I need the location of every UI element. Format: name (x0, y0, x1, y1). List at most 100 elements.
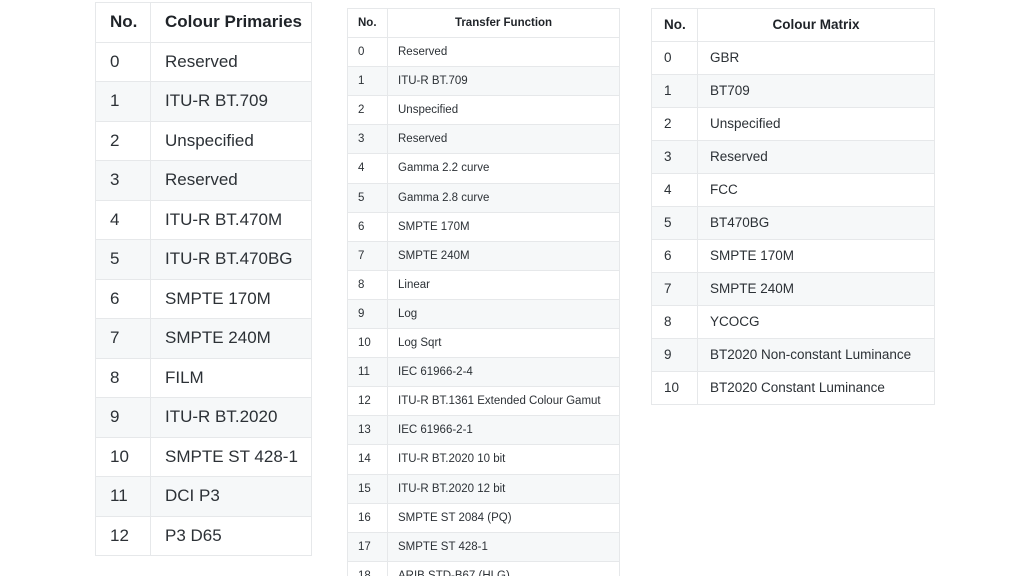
table-row: 1ITU-R BT.709 (348, 67, 620, 96)
cell-no: 5 (652, 207, 698, 240)
cell-value: Unspecified (698, 108, 935, 141)
cell-value: DCI P3 (151, 477, 312, 517)
cell-value: IEC 61966-2-1 (388, 416, 620, 445)
cell-value: SMPTE 170M (388, 212, 620, 241)
header-row: No. Transfer Function (348, 9, 620, 38)
cell-no: 8 (652, 306, 698, 339)
cell-value: Reserved (698, 141, 935, 174)
cell-value: BT2020 Non-constant Luminance (698, 339, 935, 372)
table-row: 8Linear (348, 270, 620, 299)
cell-no: 4 (652, 174, 698, 207)
table-body: 0Reserved1ITU-R BT.7092Unspecified3Reser… (96, 42, 312, 556)
table-row: 1ITU-R BT.709 (96, 82, 312, 122)
cell-value: ITU-R BT.2020 12 bit (388, 474, 620, 503)
cell-no: 11 (348, 358, 388, 387)
table-row: 4FCC (652, 174, 935, 207)
header-row: No. Colour Primaries (96, 3, 312, 43)
column-header-value: Colour Primaries (151, 3, 312, 43)
cell-no: 2 (96, 121, 151, 161)
cell-value: ITU-R BT.1361 Extended Colour Gamut (388, 387, 620, 416)
table-row: 8YCOCG (652, 306, 935, 339)
table-row: 8FILM (96, 358, 312, 398)
table-row: 10SMPTE ST 428-1 (96, 437, 312, 477)
cell-value: BT2020 Constant Luminance (698, 372, 935, 405)
cell-no: 0 (96, 42, 151, 82)
table-transfer-function: No. Transfer Function 0Reserved1ITU-R BT… (347, 8, 620, 576)
cell-value: Reserved (388, 125, 620, 154)
table-header: No. Colour Matrix (652, 9, 935, 42)
cell-value: SMPTE 240M (388, 241, 620, 270)
cell-no: 11 (96, 477, 151, 517)
table-row: 7SMPTE 240M (652, 273, 935, 306)
cell-value: SMPTE 240M (698, 273, 935, 306)
cell-no: 3 (652, 141, 698, 174)
cell-no: 18 (348, 561, 388, 576)
cell-no: 10 (652, 372, 698, 405)
table-row: 6SMPTE 170M (96, 279, 312, 319)
cell-no: 9 (652, 339, 698, 372)
table-row: 10Log Sqrt (348, 329, 620, 358)
cell-value: Reserved (388, 38, 620, 67)
table-row: 4ITU-R BT.470M (96, 200, 312, 240)
cell-value: ITU-R BT.470M (151, 200, 312, 240)
cell-no: 1 (96, 82, 151, 122)
table-row: 9BT2020 Non-constant Luminance (652, 339, 935, 372)
table-row: 2Unspecified (96, 121, 312, 161)
cell-value: Unspecified (388, 96, 620, 125)
cell-no: 7 (348, 241, 388, 270)
table-row: 9ITU-R BT.2020 (96, 398, 312, 438)
table-row: 9Log (348, 299, 620, 328)
cell-value: Log (388, 299, 620, 328)
cell-no: 8 (348, 270, 388, 299)
column-header-no: No. (652, 9, 698, 42)
table-row: 5ITU-R BT.470BG (96, 240, 312, 280)
cell-no: 5 (96, 240, 151, 280)
cell-value: Log Sqrt (388, 329, 620, 358)
cell-value: ITU-R BT.2020 (151, 398, 312, 438)
cell-value: BT470BG (698, 207, 935, 240)
cell-no: 7 (652, 273, 698, 306)
cell-value: YCOCG (698, 306, 935, 339)
cell-no: 15 (348, 474, 388, 503)
table-row: 11IEC 61966-2-4 (348, 358, 620, 387)
table-header: No. Transfer Function (348, 9, 620, 38)
table-row: 7SMPTE 240M (348, 241, 620, 270)
table-row: 3Reserved (96, 161, 312, 201)
table-row: 11DCI P3 (96, 477, 312, 517)
cell-no: 3 (96, 161, 151, 201)
table-row: 14ITU-R BT.2020 10 bit (348, 445, 620, 474)
table-row: 5BT470BG (652, 207, 935, 240)
table-row: 6SMPTE 170M (348, 212, 620, 241)
cell-value: Linear (388, 270, 620, 299)
cell-no: 8 (96, 358, 151, 398)
cell-no: 10 (348, 329, 388, 358)
cell-value: GBR (698, 42, 935, 75)
cell-value: SMPTE 170M (151, 279, 312, 319)
cell-no: 3 (348, 125, 388, 154)
cell-value: FILM (151, 358, 312, 398)
cell-value: Reserved (151, 42, 312, 82)
table-row: 4Gamma 2.2 curve (348, 154, 620, 183)
column-header-value: Colour Matrix (698, 9, 935, 42)
header-row: No. Colour Matrix (652, 9, 935, 42)
cell-no: 4 (96, 200, 151, 240)
cell-no: 9 (96, 398, 151, 438)
cell-value: ITU-R BT.2020 10 bit (388, 445, 620, 474)
cell-value: SMPTE 240M (151, 319, 312, 359)
cell-value: Unspecified (151, 121, 312, 161)
table-row: 5Gamma 2.8 curve (348, 183, 620, 212)
cell-no: 4 (348, 154, 388, 183)
cell-no: 0 (652, 42, 698, 75)
cell-no: 6 (348, 212, 388, 241)
table-row: 2Unspecified (348, 96, 620, 125)
table-body: 0Reserved1ITU-R BT.7092Unspecified3Reser… (348, 38, 620, 576)
column-header-no: No. (348, 9, 388, 38)
table-body: 0GBR1BT7092Unspecified3Reserved4FCC5BT47… (652, 42, 935, 405)
cell-value: SMPTE ST 428-1 (388, 532, 620, 561)
table-row: 0Reserved (348, 38, 620, 67)
table-row: 1BT709 (652, 75, 935, 108)
cell-no: 13 (348, 416, 388, 445)
cell-value: Gamma 2.2 curve (388, 154, 620, 183)
cell-no: 17 (348, 532, 388, 561)
cell-value: ITU-R BT.470BG (151, 240, 312, 280)
